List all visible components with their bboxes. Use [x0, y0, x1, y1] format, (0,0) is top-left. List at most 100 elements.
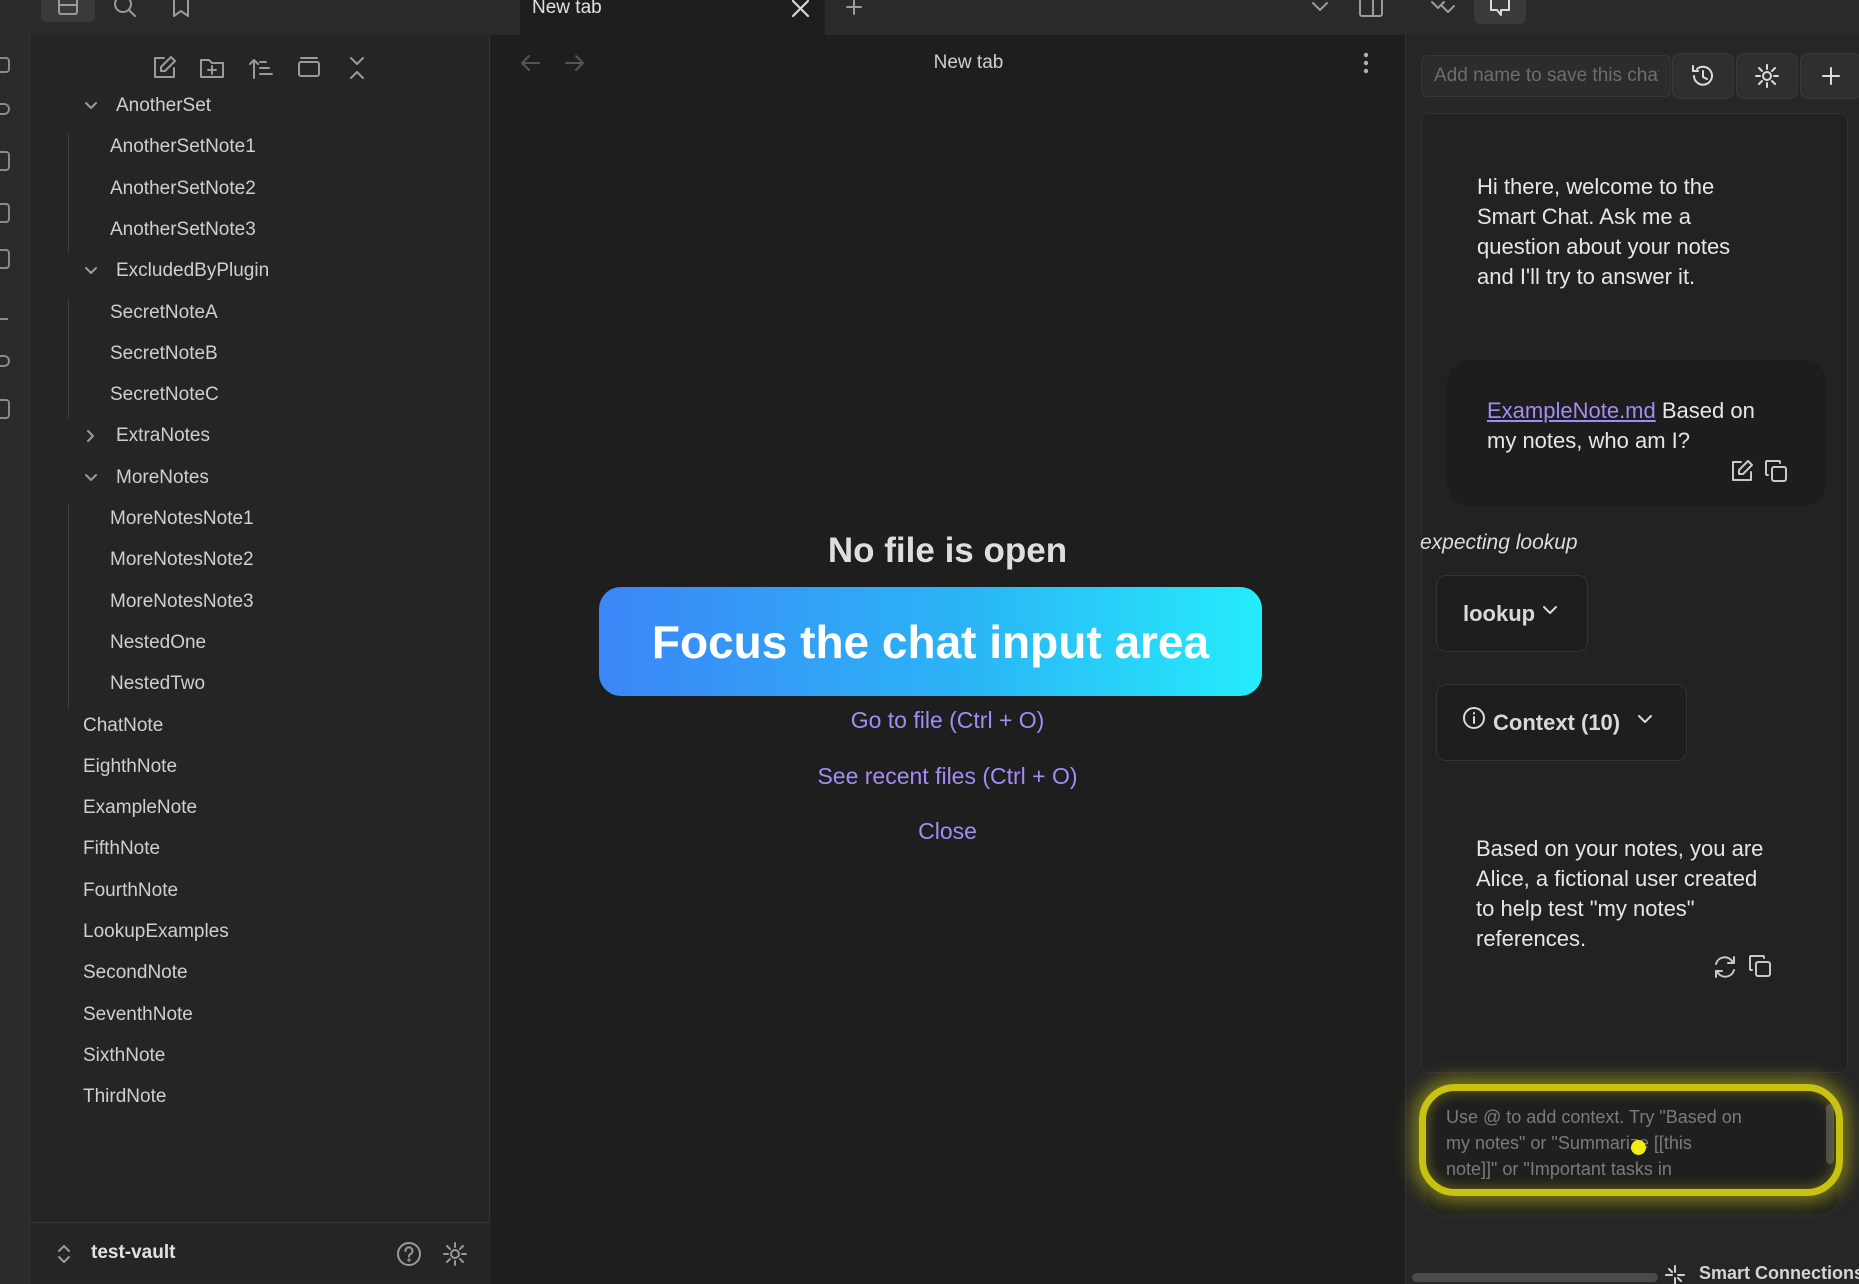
file-item[interactable]: MoreNotesNote3 [110, 585, 254, 619]
settings-gear-icon[interactable] [441, 1240, 469, 1268]
chat-name-input[interactable]: Add name to save this chat [1421, 55, 1671, 97]
vault-name: test-vault [91, 1242, 176, 1263]
indent-guide [68, 504, 69, 709]
assistant-welcome-message: Hi there, welcome to the Smart Chat. Ask… [1477, 174, 1731, 289]
new-tab-plus-icon[interactable] [843, 0, 865, 18]
file-item[interactable]: MoreNotesNote2 [110, 543, 254, 577]
file-item[interactable]: SecretNoteB [110, 337, 218, 371]
user-message-text: ExampleNote.md Based on my notes, who am… [1487, 396, 1787, 456]
chat-bubble-icon [1490, 0, 1510, 16]
chat-history-button[interactable] [1672, 53, 1734, 99]
copy-icon[interactable] [1747, 953, 1773, 979]
folder-item[interactable]: MoreNotes [85, 461, 209, 495]
file-item[interactable]: NestedTwo [110, 667, 205, 701]
file-item[interactable]: EighthNote [83, 750, 177, 784]
split-view-icon[interactable] [1357, 0, 1385, 20]
file-item[interactable]: FifthNote [83, 832, 160, 866]
more-options-icon[interactable] [1361, 51, 1371, 75]
folder-label: MoreNotes [116, 466, 209, 488]
file-item[interactable]: ChatNote [83, 709, 163, 743]
lookup-label: lookup [1463, 600, 1536, 626]
file-item[interactable]: FourthNote [83, 874, 178, 908]
left-ribbon [0, 35, 30, 1284]
file-item[interactable]: AnotherSetNote3 [110, 213, 256, 247]
chat-tab-button[interactable] [1474, 0, 1526, 24]
view-header-title: New tab [933, 52, 1004, 73]
indent-guide [68, 132, 69, 255]
file-item[interactable]: AnotherSetNote2 [110, 172, 256, 206]
command-icon[interactable] [0, 318, 8, 320]
lookup-dropdown[interactable]: lookup [1436, 575, 1588, 652]
folder-item[interactable]: AnotherSet [85, 89, 211, 123]
canvas-icon[interactable] [0, 151, 10, 171]
file-item[interactable]: AnotherSetNote1 [110, 130, 256, 164]
empty-state-title: No file is open [827, 531, 1068, 570]
file-item[interactable]: SeventhNote [83, 998, 193, 1032]
highlight-ring [1419, 1084, 1843, 1196]
calendar-icon[interactable] [0, 203, 10, 223]
connections-icon[interactable] [1428, 0, 1458, 18]
tab-new-tab[interactable]: New tab [520, 0, 825, 35]
smart-connections-label[interactable]: Smart Connections [1699, 1263, 1859, 1284]
context-dropdown[interactable]: Context (10) [1436, 684, 1687, 761]
chat-settings-button[interactable] [1736, 53, 1798, 99]
folder-label: AnotherSet [116, 95, 212, 116]
file-item[interactable]: SecretNoteC [110, 378, 219, 412]
file-item[interactable]: SixthNote [83, 1039, 165, 1073]
context-label: Context (10) [1493, 709, 1621, 735]
assistant-reply-message: Based on your notes, you are Alice, a fi… [1476, 836, 1764, 951]
file-item[interactable]: LookupExamples [83, 915, 229, 949]
new-note-icon[interactable] [150, 54, 178, 82]
folder-item[interactable]: ExtraNotes [85, 419, 210, 453]
new-chat-button[interactable] [1800, 53, 1859, 99]
new-folder-icon[interactable] [198, 54, 226, 82]
sidebar-toggle-button[interactable] [41, 0, 95, 22]
tab-list-chevron-icon[interactable] [1310, 0, 1330, 14]
edit-icon[interactable] [1729, 458, 1755, 484]
file-explorer: AnotherSet AnotherSetNote1 AnotherSetNote2… [30, 35, 490, 1284]
plus-icon [1822, 67, 1840, 85]
graph-icon[interactable] [0, 103, 10, 115]
close-link[interactable]: Close [491, 818, 1404, 845]
sidebar-icon [58, 0, 78, 15]
vault-switcher[interactable]: test-vault [30, 1222, 490, 1284]
indent-guide [68, 297, 69, 420]
folder-item[interactable]: ExcludedByPlugin [85, 254, 269, 288]
copy-icon[interactable] [1763, 458, 1789, 484]
chevron-down-icon[interactable] [83, 470, 99, 486]
regenerate-icon[interactable] [1711, 953, 1739, 981]
publish-icon[interactable] [0, 399, 10, 419]
file-item[interactable]: SecretNoteA [110, 296, 218, 330]
go-to-file-link[interactable]: Go to file (Ctrl + O) [491, 707, 1404, 734]
note-link[interactable]: ExampleNote.md [1487, 398, 1656, 423]
file-item[interactable]: MoreNotesNote1 [110, 502, 254, 536]
user-message-bubble: ExampleNote.md Based on my notes, who am… [1447, 360, 1827, 506]
file-item[interactable]: ExampleNote [83, 791, 197, 825]
file-item[interactable]: ThirdNote [83, 1080, 166, 1114]
auto-reveal-icon[interactable] [295, 54, 323, 82]
collapse-all-icon[interactable] [343, 54, 371, 82]
file-item[interactable]: NestedOne [110, 626, 206, 660]
search-icon[interactable] [112, 0, 138, 20]
bookmark-icon[interactable] [170, 0, 192, 20]
chevron-right-icon[interactable] [83, 428, 99, 444]
files-icon[interactable] [0, 57, 10, 73]
gear-icon [1755, 64, 1779, 88]
sort-icon[interactable] [247, 54, 275, 82]
panel-scrollbar[interactable] [1412, 1273, 1658, 1282]
status-text: expecting lookup [1420, 531, 1578, 554]
plugin-icon[interactable] [0, 355, 10, 367]
info-icon [1463, 706, 1485, 729]
tab-label: New tab [532, 0, 602, 18]
recent-files-link[interactable]: See recent files (Ctrl + O) [491, 763, 1404, 790]
chevron-down-icon[interactable] [83, 263, 99, 279]
templates-icon[interactable] [0, 249, 10, 269]
chevron-down-icon[interactable] [83, 98, 99, 114]
history-icon [1692, 65, 1713, 86]
close-icon[interactable] [790, 0, 812, 20]
chevron-down-icon [1543, 605, 1558, 614]
help-icon[interactable] [395, 1240, 423, 1268]
tab-bar [0, 0, 1859, 35]
chat-name-placeholder: Add name to save this chat [1434, 65, 1659, 86]
file-item[interactable]: SecondNote [83, 956, 188, 990]
